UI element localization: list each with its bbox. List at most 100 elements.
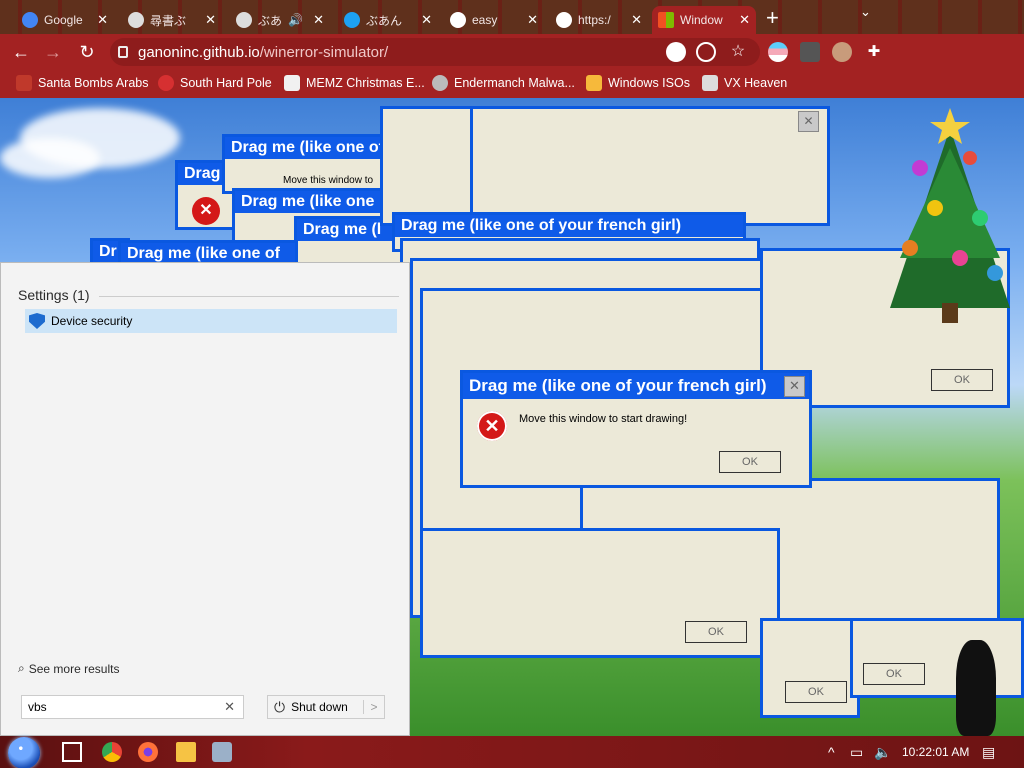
bookmark-label: Santa Bombs Arabs — [38, 76, 149, 90]
results-group-heading: Settings (1) — [18, 287, 90, 303]
error-window-copy[interactable]: OK — [850, 618, 1024, 698]
tab-2[interactable]: 尋書ぶ ✕ — [122, 6, 222, 34]
tab-close-icon[interactable]: ✕ — [313, 12, 324, 28]
network-icon[interactable]: ▭ — [850, 744, 863, 761]
bookmark-item[interactable]: VX Heaven — [702, 75, 787, 91]
tab-5[interactable]: easy ✕ — [444, 6, 544, 34]
window-title: Drag me (like one — [235, 191, 389, 213]
notifications-icon[interactable]: ▤ — [982, 744, 995, 761]
dancer-silhouette — [956, 640, 996, 736]
tab-close-icon[interactable]: ✕ — [527, 12, 538, 28]
volume-icon[interactable]: 🔈 — [874, 744, 891, 761]
extensions-puzzle-icon[interactable]: ✚ — [864, 42, 884, 62]
google-icon — [450, 12, 466, 28]
error-window-copy[interactable]: ✕ — [470, 106, 830, 226]
tab-search-icon[interactable]: ⌄ — [860, 4, 871, 20]
anime-icon — [128, 12, 144, 28]
window-message: Move this window to — [283, 175, 374, 186]
cloud — [0, 138, 100, 178]
shield-icon — [702, 75, 718, 91]
lock-icon[interactable] — [118, 46, 128, 58]
skull-icon — [432, 75, 448, 91]
dialog-title[interactable]: Drag me (like one of your french girl) — [463, 373, 809, 399]
bookmark-item[interactable]: Endermanch Malwa... — [432, 75, 575, 91]
shutdown-button[interactable]: ⏻ Shut down > — [267, 695, 385, 719]
page-icon — [284, 75, 300, 91]
bookmarks-bar: Santa Bombs Arabs South Hard Pole MEMZ C… — [0, 70, 1024, 98]
ok-button[interactable]: OK — [685, 621, 747, 643]
taskbar: ^ ▭ 🔈 10:22:01 AM ▤ — [0, 736, 1024, 768]
url-host: ganoninc.github.io — [138, 43, 260, 61]
search-query: vbs — [28, 700, 47, 714]
firefox-icon[interactable] — [138, 742, 158, 762]
audio-icon[interactable]: 🔊 — [288, 13, 303, 27]
tab-active[interactable]: Window ✕ — [652, 6, 756, 34]
tab-3[interactable]: ぶあ 🔊 ✕ — [230, 6, 330, 34]
app-icon[interactable] — [212, 742, 232, 762]
extension-avatar-icon[interactable] — [832, 42, 852, 62]
taskbar-clock[interactable]: 10:22:01 AM — [902, 745, 969, 759]
task-view-icon[interactable] — [62, 742, 82, 762]
back-icon[interactable]: ← — [10, 41, 32, 63]
tab-4[interactable]: ぶあん ✕ — [338, 6, 438, 34]
url-path: /winerror-simulator/ — [259, 43, 389, 61]
tab-close-icon[interactable]: ✕ — [631, 12, 642, 28]
toolbar: ← → ↻ ganoninc.github.io/winerror-simula… — [0, 34, 1024, 70]
error-icon: ✕ — [192, 197, 220, 225]
bookmark-item[interactable]: Santa Bombs Arabs — [16, 75, 148, 91]
forward-icon[interactable]: → — [42, 41, 64, 63]
address-bar[interactable]: ganoninc.github.io/winerror-simulator/ — [110, 38, 760, 66]
window-title: Drag me (like one of — [225, 137, 399, 159]
ok-button[interactable]: OK — [931, 369, 993, 391]
error-dialog[interactable]: Drag me (like one of your french girl) ✕… — [460, 370, 812, 488]
search-icon: ⌕ — [18, 661, 25, 675]
divider — [99, 296, 399, 297]
error-window-copy[interactable]: Drag me (like one of Move this window to — [222, 134, 402, 194]
tab-close-icon[interactable]: ✕ — [205, 12, 216, 28]
search-result-device-security[interactable]: Device security — [25, 309, 397, 333]
chrome-icon[interactable] — [102, 742, 122, 762]
bookmark-item[interactable]: South Hard Pole — [158, 75, 272, 91]
tab-6[interactable]: https:/ ✕ — [550, 6, 648, 34]
search-flyout: Settings (1) Device security ⌕ See more … — [0, 262, 410, 736]
tab-close-icon[interactable]: ✕ — [739, 12, 750, 28]
share-icon[interactable] — [696, 42, 716, 62]
bookmark-star-icon[interactable]: ☆ — [728, 42, 748, 62]
google-icon — [22, 12, 38, 28]
error-icon: ✕ — [477, 411, 507, 441]
ok-button[interactable]: OK — [785, 681, 847, 703]
bookmark-label: Windows ISOs — [608, 76, 690, 90]
file-explorer-icon[interactable] — [176, 742, 196, 762]
tab-label: https:/ — [578, 13, 611, 27]
tab-label: 尋書ぶ — [150, 13, 187, 28]
google-lens-icon[interactable] — [666, 42, 686, 62]
flower-icon — [158, 75, 174, 91]
new-tab-button[interactable]: + — [766, 7, 779, 29]
extension-flag-icon[interactable] — [768, 42, 788, 62]
shield-icon — [29, 313, 45, 329]
google-icon — [556, 12, 572, 28]
close-icon[interactable]: ✕ — [798, 111, 819, 132]
ok-button[interactable]: OK — [863, 663, 925, 685]
bookmark-label: MEMZ Christmas E... — [306, 76, 425, 90]
error-window-copy[interactable]: OK — [420, 528, 780, 658]
bookmark-item[interactable]: MEMZ Christmas E... — [284, 75, 425, 91]
reload-icon[interactable]: ↻ — [76, 41, 98, 63]
error-window-copy[interactable]: OK — [760, 618, 860, 718]
extension-s-icon[interactable] — [800, 42, 820, 62]
see-more-label: See more results — [28, 661, 120, 676]
anime-icon — [236, 12, 252, 28]
tray-overflow-icon[interactable]: ^ — [828, 744, 835, 760]
see-more-results-link[interactable]: ⌕ See more results — [18, 661, 119, 676]
tab-close-icon[interactable]: ✕ — [421, 12, 432, 28]
clear-search-icon[interactable]: ✕ — [224, 696, 235, 718]
close-icon[interactable]: ✕ — [784, 376, 805, 397]
ok-button[interactable]: OK — [719, 451, 781, 473]
start-orb-icon[interactable] — [8, 737, 40, 768]
search-input[interactable]: vbs ✕ — [21, 695, 244, 719]
shutdown-options-arrow[interactable]: > — [363, 700, 384, 714]
bookmark-label: South Hard Pole — [180, 76, 272, 90]
tab-google[interactable]: Google ✕ — [16, 6, 114, 34]
bookmark-item[interactable]: Windows ISOs — [586, 75, 690, 91]
tab-close-icon[interactable]: ✕ — [97, 12, 108, 28]
